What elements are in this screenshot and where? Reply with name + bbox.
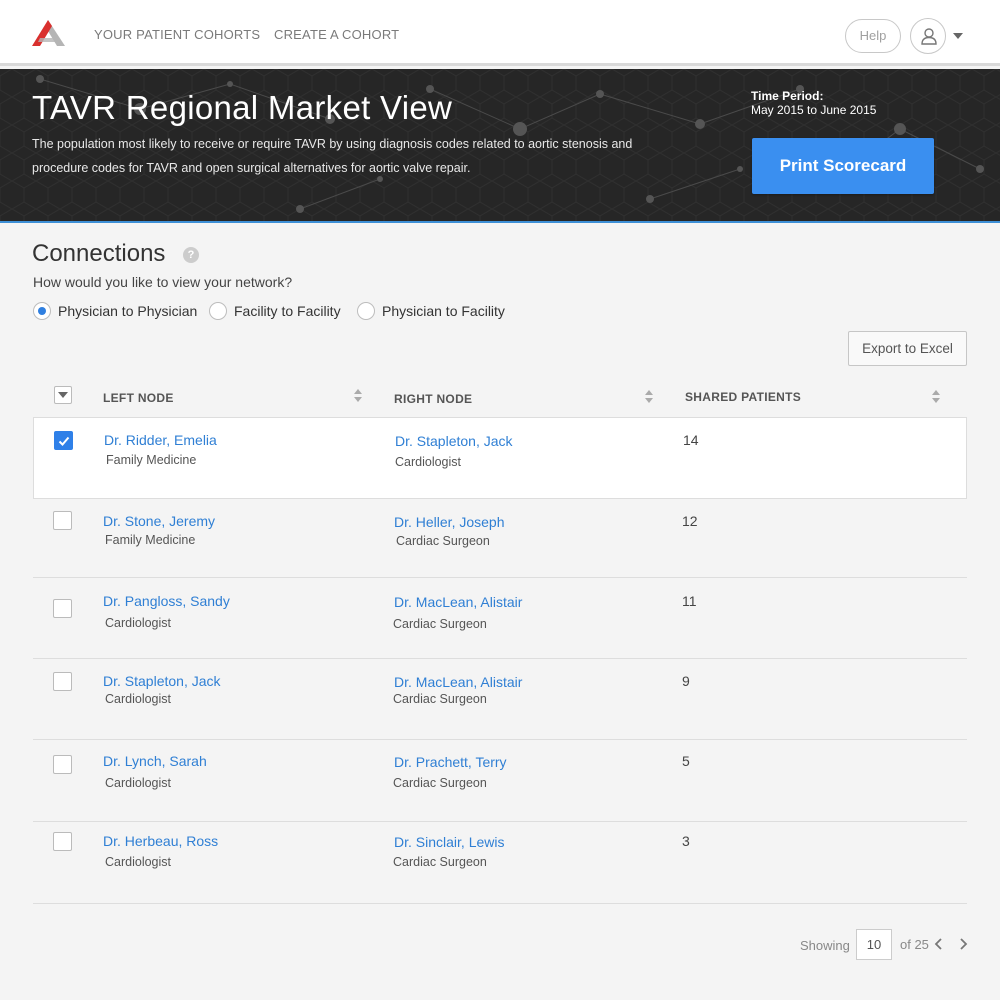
help-button[interactable]: Help (845, 19, 901, 53)
checkmark-icon (58, 436, 70, 446)
sort-icon[interactable] (644, 390, 654, 404)
shared-patients-count: 9 (682, 673, 690, 689)
row-checkbox[interactable] (53, 755, 72, 774)
page-size-input[interactable]: 10 (856, 929, 892, 960)
right-node-link[interactable]: Dr. Stapleton, Jack (395, 433, 513, 449)
help-icon[interactable]: ? (183, 247, 199, 263)
right-node-specialty: Cardiac Surgeon (393, 692, 487, 706)
shared-patients-count: 14 (683, 432, 699, 448)
table-row: Dr. Stone, Jeremy Family Medicine Dr. He… (33, 499, 967, 578)
right-node-link[interactable]: Dr. Sinclair, Lewis (394, 834, 504, 850)
right-node-link[interactable]: Dr. Prachett, Terry (394, 754, 507, 770)
nav-link-your-patient-cohorts[interactable]: YOUR PATIENT COHORTS (94, 27, 260, 42)
radio-selected-icon[interactable] (33, 302, 51, 320)
left-node-link[interactable]: Dr. Herbeau, Ross (103, 833, 218, 849)
right-node-specialty: Cardiac Surgeon (393, 855, 487, 869)
row-checkbox[interactable] (53, 672, 72, 691)
left-node-link[interactable]: Dr. Stapleton, Jack (103, 673, 221, 689)
table-row: Dr. Pangloss, Sandy Cardiologist Dr. Mac… (33, 578, 967, 659)
radio-facility-to-facility[interactable]: Facility to Facility (209, 301, 349, 321)
chevron-down-icon[interactable] (953, 33, 963, 39)
time-period-value: May 2015 to June 2015 (751, 103, 877, 117)
table-header: LEFT NODE RIGHT NODE SHARED PATIENTS (33, 378, 967, 418)
left-node-specialty: Cardiologist (105, 855, 172, 869)
right-node-link[interactable]: Dr. MacLean, Alistair (394, 674, 522, 690)
radio-physician-to-facility[interactable]: Physician to Facility (357, 301, 517, 321)
right-node-link[interactable]: Dr. MacLean, Alistair (394, 594, 522, 610)
shared-patients-count: 11 (682, 593, 697, 609)
table-row: Dr. Ridder, Emelia Family Medicine Dr. S… (33, 418, 967, 499)
table-row: Dr. Stapleton, Jack Cardiologist Dr. Mac… (33, 659, 967, 740)
radio-label: Physician to Facility (382, 303, 505, 319)
shared-patients-count: 5 (682, 753, 690, 769)
left-node-specialty: Family Medicine (106, 453, 197, 467)
left-node-link[interactable]: Dr. Pangloss, Sandy (103, 593, 230, 609)
left-node-specialty: Family Medicine (105, 533, 196, 547)
column-header-left-node[interactable]: LEFT NODE (103, 391, 174, 405)
left-node-specialty: Cardiologist (105, 616, 172, 630)
row-checkbox[interactable] (53, 599, 72, 618)
print-scorecard-button[interactable]: Print Scorecard (752, 138, 934, 194)
pagination-showing-label: Showing (800, 938, 850, 953)
left-node-link[interactable]: Dr. Lynch, Sarah (103, 753, 207, 769)
column-header-shared-patients[interactable]: SHARED PATIENTS (685, 390, 801, 404)
shared-patients-count: 12 (682, 513, 698, 529)
user-icon (921, 28, 937, 45)
pagination-total: of 25 (900, 937, 929, 952)
right-node-specialty: Cardiac Surgeon (396, 534, 490, 548)
user-menu-button[interactable] (910, 18, 946, 54)
right-node-specialty: Cardiac Surgeon (393, 617, 487, 631)
column-header-right-node[interactable]: RIGHT NODE (394, 392, 472, 406)
brand-logo[interactable] (31, 20, 65, 46)
row-checkbox[interactable] (54, 431, 73, 450)
export-to-excel-button[interactable]: Export to Excel (848, 331, 967, 366)
shared-patients-count: 3 (682, 833, 690, 849)
radio-unselected-icon[interactable] (209, 302, 227, 320)
table-row: Dr. Lynch, Sarah Cardiologist Dr. Prache… (33, 740, 967, 822)
radio-unselected-icon[interactable] (357, 302, 375, 320)
left-node-specialty: Cardiologist (105, 776, 172, 790)
top-navigation-bar: YOUR PATIENT COHORTS CREATE A COHORT Hel… (0, 0, 1000, 66)
radio-physician-to-physician[interactable]: Physician to Physician (33, 301, 203, 321)
chevron-left-icon[interactable] (932, 936, 946, 952)
page-description: The population most likely to receive or… (32, 137, 633, 175)
chevron-right-icon[interactable] (956, 936, 970, 952)
sort-icon[interactable] (931, 390, 941, 404)
right-node-link[interactable]: Dr. Heller, Joseph (394, 514, 505, 530)
hero-banner: TAVR Regional Market View The population… (0, 69, 1000, 223)
row-checkbox[interactable] (53, 511, 72, 530)
table-row: Dr. Herbeau, Ross Cardiologist Dr. Sincl… (33, 822, 967, 904)
nav-link-create-a-cohort[interactable]: CREATE A COHORT (274, 27, 399, 42)
left-node-specialty: Cardiologist (105, 692, 172, 706)
radio-label: Physician to Physician (58, 303, 198, 319)
time-period-label: Time Period: (751, 89, 824, 103)
row-checkbox[interactable] (53, 832, 72, 851)
right-node-specialty: Cardiologist (395, 455, 462, 469)
page-title: TAVR Regional Market View (32, 89, 453, 126)
view-network-question: How would you like to view your network? (33, 274, 293, 290)
left-node-link[interactable]: Dr. Stone, Jeremy (103, 513, 215, 529)
radio-label: Facility to Facility (234, 303, 341, 319)
right-node-specialty: Cardiac Surgeon (393, 776, 487, 790)
sort-icon[interactable] (353, 389, 363, 403)
left-node-link[interactable]: Dr. Ridder, Emelia (104, 432, 217, 448)
connections-title: Connections (32, 240, 166, 267)
select-all-dropdown[interactable] (54, 386, 72, 404)
